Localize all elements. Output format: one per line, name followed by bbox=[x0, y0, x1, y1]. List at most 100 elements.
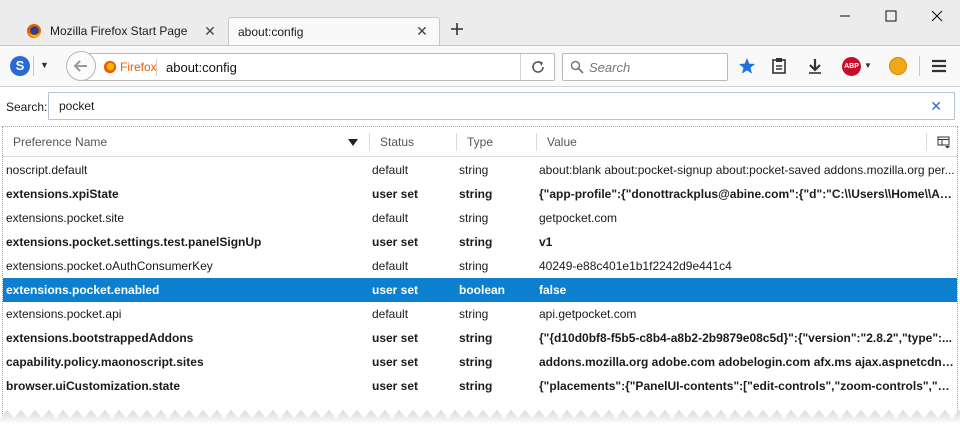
back-arrow-icon bbox=[73, 60, 87, 72]
status-cell: user set bbox=[372, 187, 419, 201]
search-label: Search: bbox=[6, 100, 48, 114]
firefox-logo-icon bbox=[26, 23, 42, 39]
status-cell: user set bbox=[372, 331, 419, 345]
url-divider bbox=[156, 59, 157, 76]
close-icon[interactable]: ✕ bbox=[201, 23, 219, 40]
close-icon[interactable]: ✕ bbox=[930, 98, 942, 115]
back-button[interactable] bbox=[66, 51, 96, 81]
url-divider bbox=[520, 54, 521, 80]
value-cell: api.getpocket.com bbox=[539, 307, 637, 321]
search-icon bbox=[570, 60, 584, 74]
pref-name-cell: extensions.bootstrappedAddons bbox=[6, 331, 194, 345]
search-input[interactable]: pocket ✕ bbox=[48, 92, 955, 120]
type-cell: string bbox=[459, 331, 493, 345]
close-icon[interactable]: ✕ bbox=[413, 23, 431, 40]
minimize-button[interactable] bbox=[822, 6, 868, 26]
value-cell: 40249-e88c401e1b1f2242d9e441c4 bbox=[539, 259, 732, 273]
close-window-button[interactable] bbox=[914, 6, 960, 26]
table-row[interactable]: extensions.pocket.enabled user set boolean… bbox=[3, 278, 957, 302]
tab-about-config[interactable]: about:config ✕ bbox=[228, 17, 440, 45]
chevron-down-icon[interactable]: ▼ bbox=[864, 61, 872, 70]
identity-box[interactable]: Firefox bbox=[103, 60, 157, 74]
stylish-extension-icon[interactable]: S bbox=[10, 56, 30, 76]
column-header-label: Type bbox=[467, 135, 494, 149]
maximize-button[interactable] bbox=[868, 6, 914, 26]
table-row[interactable]: browser.uiCustomization.state user set str… bbox=[3, 374, 957, 398]
pref-name-cell: noscript.default bbox=[6, 163, 88, 177]
column-header-label: Preference Name bbox=[13, 135, 108, 149]
type-cell: string bbox=[459, 259, 489, 273]
status-cell: default bbox=[372, 211, 409, 225]
identity-label: Firefox bbox=[120, 60, 157, 74]
value-cell: addons.mozilla.org adobe.com adobelogin.… bbox=[539, 355, 955, 369]
plus-icon bbox=[451, 23, 463, 35]
column-header-value[interactable]: Value bbox=[537, 127, 927, 157]
type-cell: boolean bbox=[459, 283, 506, 297]
url-bar[interactable]: Firefox about:config bbox=[83, 53, 555, 81]
table-row[interactable]: extensions.pocket.settings.test.panelSig… bbox=[3, 230, 957, 254]
pref-name-cell: extensions.pocket.api bbox=[6, 307, 122, 321]
pref-name-cell: extensions.pocket.settings.test.panelSig… bbox=[6, 235, 262, 249]
coin-icon[interactable] bbox=[889, 57, 907, 75]
status-cell: user set bbox=[372, 283, 419, 297]
navigation-toolbar: S ▼ Firefox about:config Search ABP ▼ bbox=[0, 45, 960, 87]
url-text[interactable]: about:config bbox=[166, 60, 237, 75]
adblock-plus-icon[interactable]: ABP bbox=[842, 57, 861, 76]
toolbar-separator bbox=[33, 56, 34, 76]
star-icon[interactable] bbox=[738, 57, 756, 75]
status-cell: user set bbox=[372, 379, 419, 393]
sort-desc-icon bbox=[348, 139, 358, 146]
search-placeholder: Search bbox=[589, 60, 631, 75]
torn-edge-decoration bbox=[0, 410, 960, 424]
value-cell: {"{d10d0bf8-f5b5-c8b4-a8b2-2b9879e08c5d}… bbox=[539, 331, 953, 345]
column-separator bbox=[926, 133, 927, 151]
status-cell: user set bbox=[372, 235, 419, 249]
type-cell: string bbox=[459, 307, 489, 321]
type-cell: string bbox=[459, 355, 493, 369]
clipboard-icon[interactable] bbox=[770, 57, 788, 75]
download-arrow-icon[interactable] bbox=[806, 57, 824, 75]
value-cell: {"placements":{"PanelUI-contents":["edit… bbox=[539, 379, 955, 393]
chevron-down-icon[interactable]: ▼ bbox=[40, 60, 49, 70]
tab-label: Mozilla Firefox Start Page bbox=[50, 24, 188, 38]
minimize-icon bbox=[840, 15, 850, 17]
column-header-type[interactable]: Type bbox=[457, 127, 537, 157]
table-row[interactable]: noscript.default default string about:blank… bbox=[3, 158, 957, 182]
status-cell: default bbox=[372, 259, 409, 273]
reload-icon[interactable] bbox=[530, 59, 546, 75]
status-cell: user set bbox=[372, 355, 419, 369]
new-tab-button[interactable] bbox=[446, 19, 468, 41]
about-config-page: Search: pocket ✕ Preference Name Status … bbox=[0, 88, 960, 424]
column-header-label: Value bbox=[547, 135, 577, 149]
table-row[interactable]: extensions.bootstrappedAddons user set str… bbox=[3, 326, 957, 350]
column-picker-icon[interactable] bbox=[937, 135, 951, 149]
table-row[interactable]: extensions.xpiState user set string {"app-p… bbox=[3, 182, 957, 206]
toolbar-separator bbox=[919, 56, 920, 76]
pref-name-cell: extensions.xpiState bbox=[6, 187, 119, 201]
preferences-table[interactable]: Preference Name Status Type Value noscri… bbox=[2, 126, 958, 424]
tab-label: about:config bbox=[238, 24, 304, 39]
firefox-logo-icon bbox=[103, 60, 117, 74]
pref-name-cell: capability.policy.maonoscript.sites bbox=[6, 355, 204, 369]
column-header-status[interactable]: Status bbox=[370, 127, 456, 157]
table-header: Preference Name Status Type Value bbox=[3, 127, 957, 157]
search-bar[interactable]: Search bbox=[562, 53, 728, 81]
pref-name-cell: extensions.pocket.oAuthConsumerKey bbox=[6, 259, 213, 273]
search-input-value: pocket bbox=[59, 99, 95, 113]
value-cell: v1 bbox=[539, 235, 553, 249]
column-header-label: Status bbox=[380, 135, 415, 149]
column-header-name[interactable]: Preference Name bbox=[3, 127, 369, 157]
value-cell: getpocket.com bbox=[539, 211, 618, 225]
hamburger-menu-icon[interactable] bbox=[930, 57, 948, 75]
value-cell: about:blank about:pocket-signup about:po… bbox=[539, 163, 955, 177]
close-icon bbox=[931, 10, 943, 22]
table-row[interactable]: extensions.pocket.api default string api.ge… bbox=[3, 302, 957, 326]
table-row[interactable]: extensions.pocket.site default string getpo… bbox=[3, 206, 957, 230]
status-cell: default bbox=[372, 163, 409, 177]
tab-mozilla-start-page[interactable]: Mozilla Firefox Start Page ✕ bbox=[17, 17, 227, 45]
type-cell: string bbox=[459, 187, 493, 201]
pref-name-cell: extensions.pocket.enabled bbox=[6, 283, 160, 297]
table-row[interactable]: capability.policy.maonoscript.sites user … bbox=[3, 350, 957, 374]
table-row[interactable]: extensions.pocket.oAuthConsumerKey defaul… bbox=[3, 254, 957, 278]
pref-name-cell: browser.uiCustomization.state bbox=[6, 379, 181, 393]
